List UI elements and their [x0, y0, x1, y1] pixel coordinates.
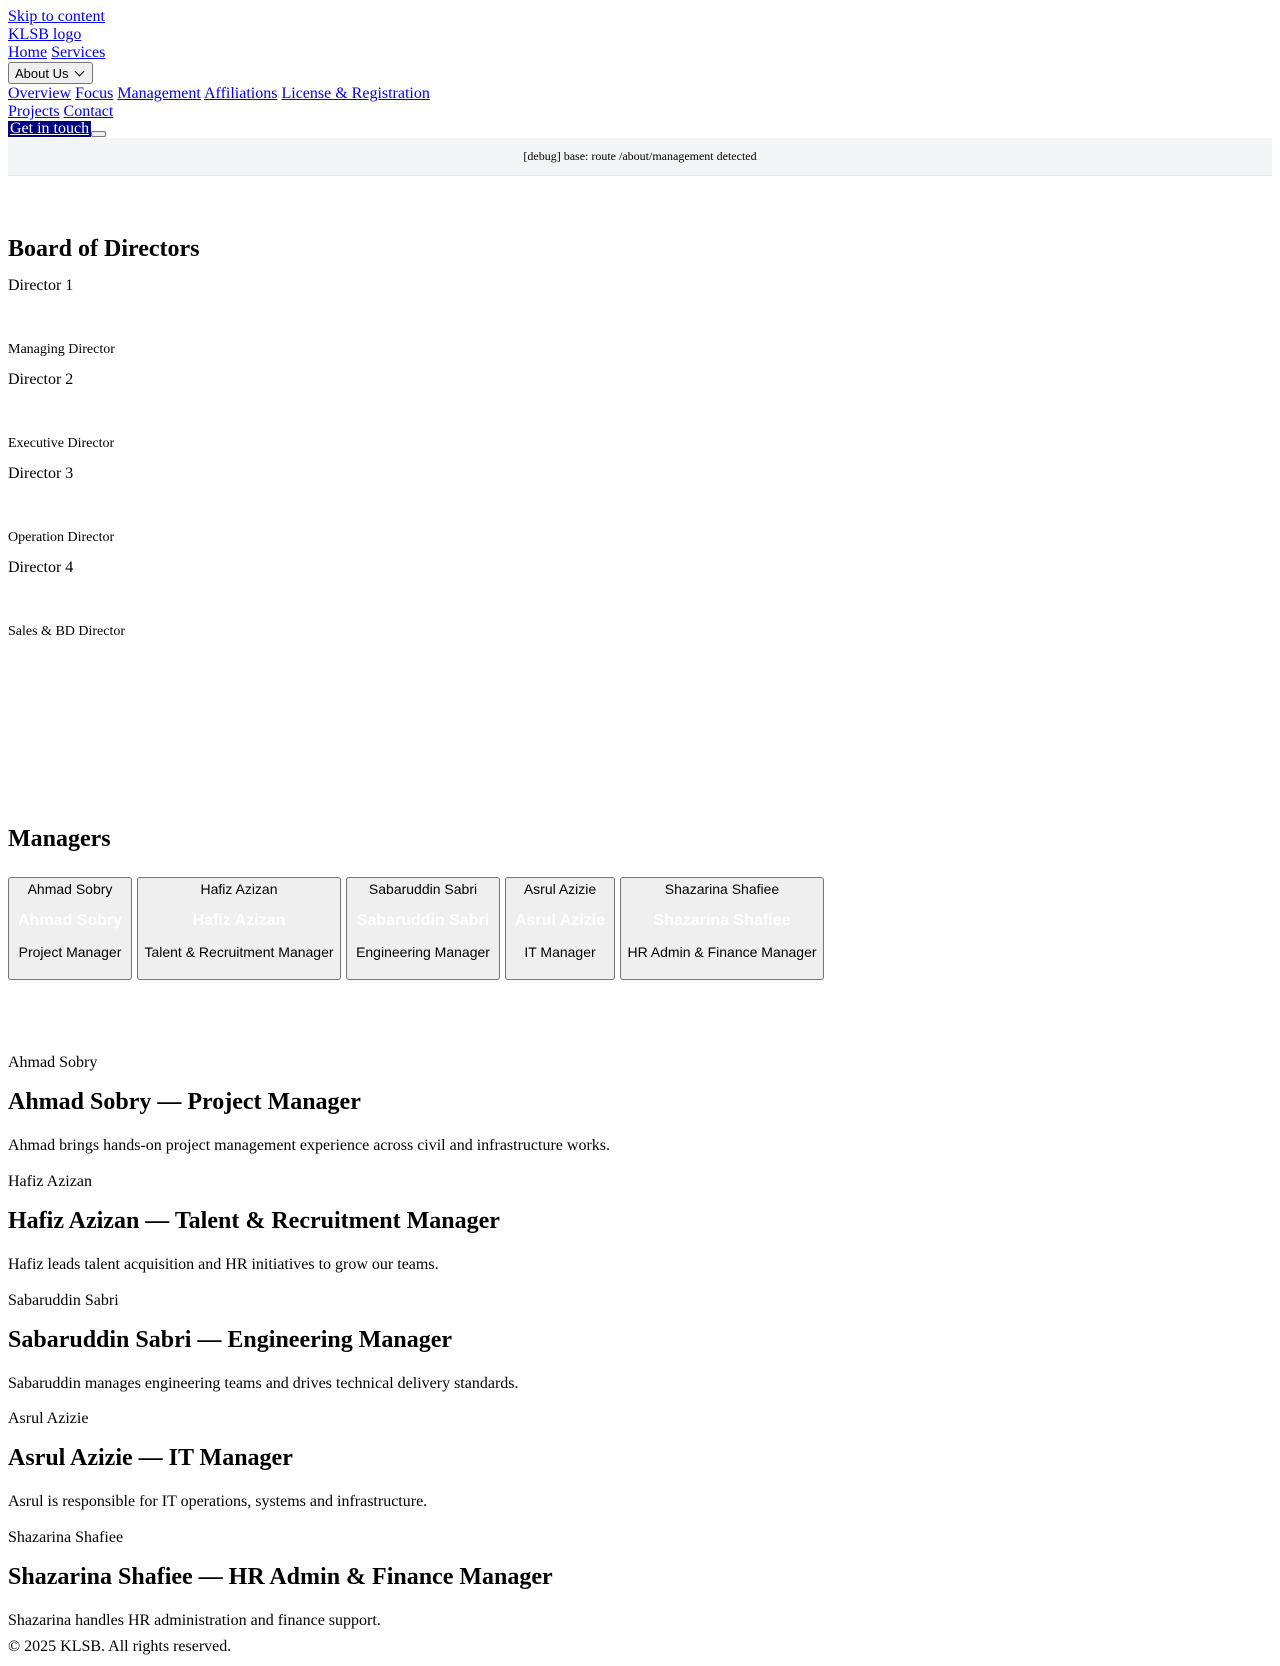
manager-role: Talent & Recruitment Manager: [144, 944, 334, 960]
director-4-image: Director 4: [8, 559, 74, 576]
bio-heading-hafiz-azizan: Hafiz Azizan — Talent & Recruitment Mana…: [8, 1208, 500, 1234]
manager-photo: Asrul Azizie: [523, 881, 597, 897]
nav-services[interactable]: Services: [51, 44, 105, 61]
bio-text-sabaruddin-sabri: Sabaruddin manages engineering teams and…: [8, 1375, 519, 1392]
about-us-label: About Us: [15, 65, 69, 81]
logo-link[interactable]: KLSB logo: [8, 26, 81, 44]
director-1-image: Director 1: [8, 277, 74, 294]
get-in-touch-button[interactable]: Get in touch: [10, 120, 89, 137]
manager-card-sabaruddin-sabri[interactable]: Sabaruddin Sabri Sabaruddin Sabri Engine…: [346, 877, 500, 980]
bio-heading-asrul-azizie: Asrul Azizie — IT Manager: [8, 1445, 293, 1471]
about-submenu: Overview Focus Management Affiliations L…: [8, 85, 430, 103]
director-2-role: Executive Director: [8, 436, 115, 451]
submenu-overview[interactable]: Overview: [8, 85, 71, 102]
director-3-role: Operation Director: [8, 530, 115, 545]
footer-copyright: © 2025 KLSB. All rights reserved.: [8, 1638, 232, 1655]
bio-image-sabaruddin-sabri: Sabaruddin Sabri: [8, 1292, 119, 1309]
manager-role: HR Admin & Finance Manager: [627, 944, 817, 960]
bio-text-ahmad-sobry: Ahmad brings hands-on project management…: [8, 1137, 611, 1154]
get-in-touch-wrapper: Get in touch: [8, 120, 92, 137]
managers-heading: Managers: [8, 826, 111, 852]
nav-projects[interactable]: Projects: [8, 103, 60, 120]
cta-row: Get in touch: [8, 120, 107, 137]
submenu-focus[interactable]: Focus: [75, 85, 113, 102]
bio-text-hafiz-azizan: Hafiz leads talent acquisition and HR in…: [8, 1256, 439, 1273]
nav-home[interactable]: Home: [8, 44, 47, 61]
manager-photo: Ahmad Sobry: [27, 881, 113, 897]
manager-card-hafiz-azizan[interactable]: Hafiz Azizan Hafiz Azizan Talent & Recru…: [137, 877, 341, 980]
manager-name: Hafiz Azizan: [192, 912, 286, 929]
director-2-image: Director 2: [8, 371, 74, 388]
manager-role: Engineering Manager: [356, 944, 490, 960]
bio-image-hafiz-azizan: Hafiz Azizan: [8, 1173, 92, 1190]
logo-image: KLSB logo: [8, 26, 82, 43]
manager-role: IT Manager: [524, 944, 596, 960]
bio-heading-shazarina-shafiee: Shazarina Shafiee — HR Admin & Finance M…: [8, 1564, 553, 1590]
manager-photo: Hafiz Azizan: [200, 881, 278, 897]
submenu-management[interactable]: Management: [117, 85, 201, 102]
primary-nav: Home Services: [8, 44, 105, 62]
board-of-directors-heading: Board of Directors: [8, 236, 200, 262]
manager-card-shazarina-shafiee[interactable]: Shazarina Shafiee Shazarina Shafiee HR A…: [620, 877, 824, 980]
skip-to-content-link[interactable]: Skip to content: [8, 8, 105, 26]
manager-photo: Shazarina Shafiee: [664, 881, 780, 897]
bio-heading-ahmad-sobry: Ahmad Sobry — Project Manager: [8, 1089, 361, 1115]
about-us-dropdown-button[interactable]: About Us: [8, 62, 94, 84]
manager-card-asrul-azizie[interactable]: Asrul Azizie Asrul Azizie IT Manager: [505, 877, 615, 980]
submenu-license-registration[interactable]: License & Registration: [281, 85, 429, 102]
bio-image-shazarina-shafiee: Shazarina Shafiee: [8, 1529, 124, 1546]
bio-text-asrul-azizie: Asrul is responsible for IT operations, …: [8, 1493, 428, 1510]
manager-role: Project Manager: [18, 944, 122, 960]
chevron-down-icon: [75, 66, 85, 77]
managers-card-row: Ahmad Sobry Ahmad Sobry Project Manager …: [8, 877, 824, 980]
bio-image-ahmad-sobry: Ahmad Sobry: [8, 1054, 98, 1071]
bio-image-asrul-azizie: Asrul Azizie: [8, 1410, 89, 1427]
menu-toggle-button[interactable]: [91, 131, 107, 137]
secondary-nav: Projects Contact: [8, 103, 113, 121]
bio-heading-sabaruddin-sabri: Sabaruddin Sabri — Engineering Manager: [8, 1327, 453, 1353]
manager-card-ahmad-sobry[interactable]: Ahmad Sobry Ahmad Sobry Project Manager: [8, 877, 132, 980]
manager-name: Asrul Azizie: [514, 912, 606, 929]
director-3-image: Director 3: [8, 465, 74, 482]
nav-contact[interactable]: Contact: [64, 103, 114, 120]
debug-banner: [debug] base: route /about/management de…: [8, 138, 1272, 176]
submenu-affiliations[interactable]: Affiliations: [204, 85, 277, 102]
manager-name: Sabaruddin Sabri: [356, 912, 490, 929]
manager-name: Shazarina Shafiee: [653, 912, 791, 929]
director-4-role: Sales & BD Director: [8, 624, 126, 639]
manager-name: Ahmad Sobry: [17, 912, 122, 929]
bio-text-shazarina-shafiee: Shazarina handles HR administration and …: [8, 1612, 381, 1629]
manager-photo: Sabaruddin Sabri: [368, 881, 478, 897]
director-1-role: Managing Director: [8, 342, 115, 357]
